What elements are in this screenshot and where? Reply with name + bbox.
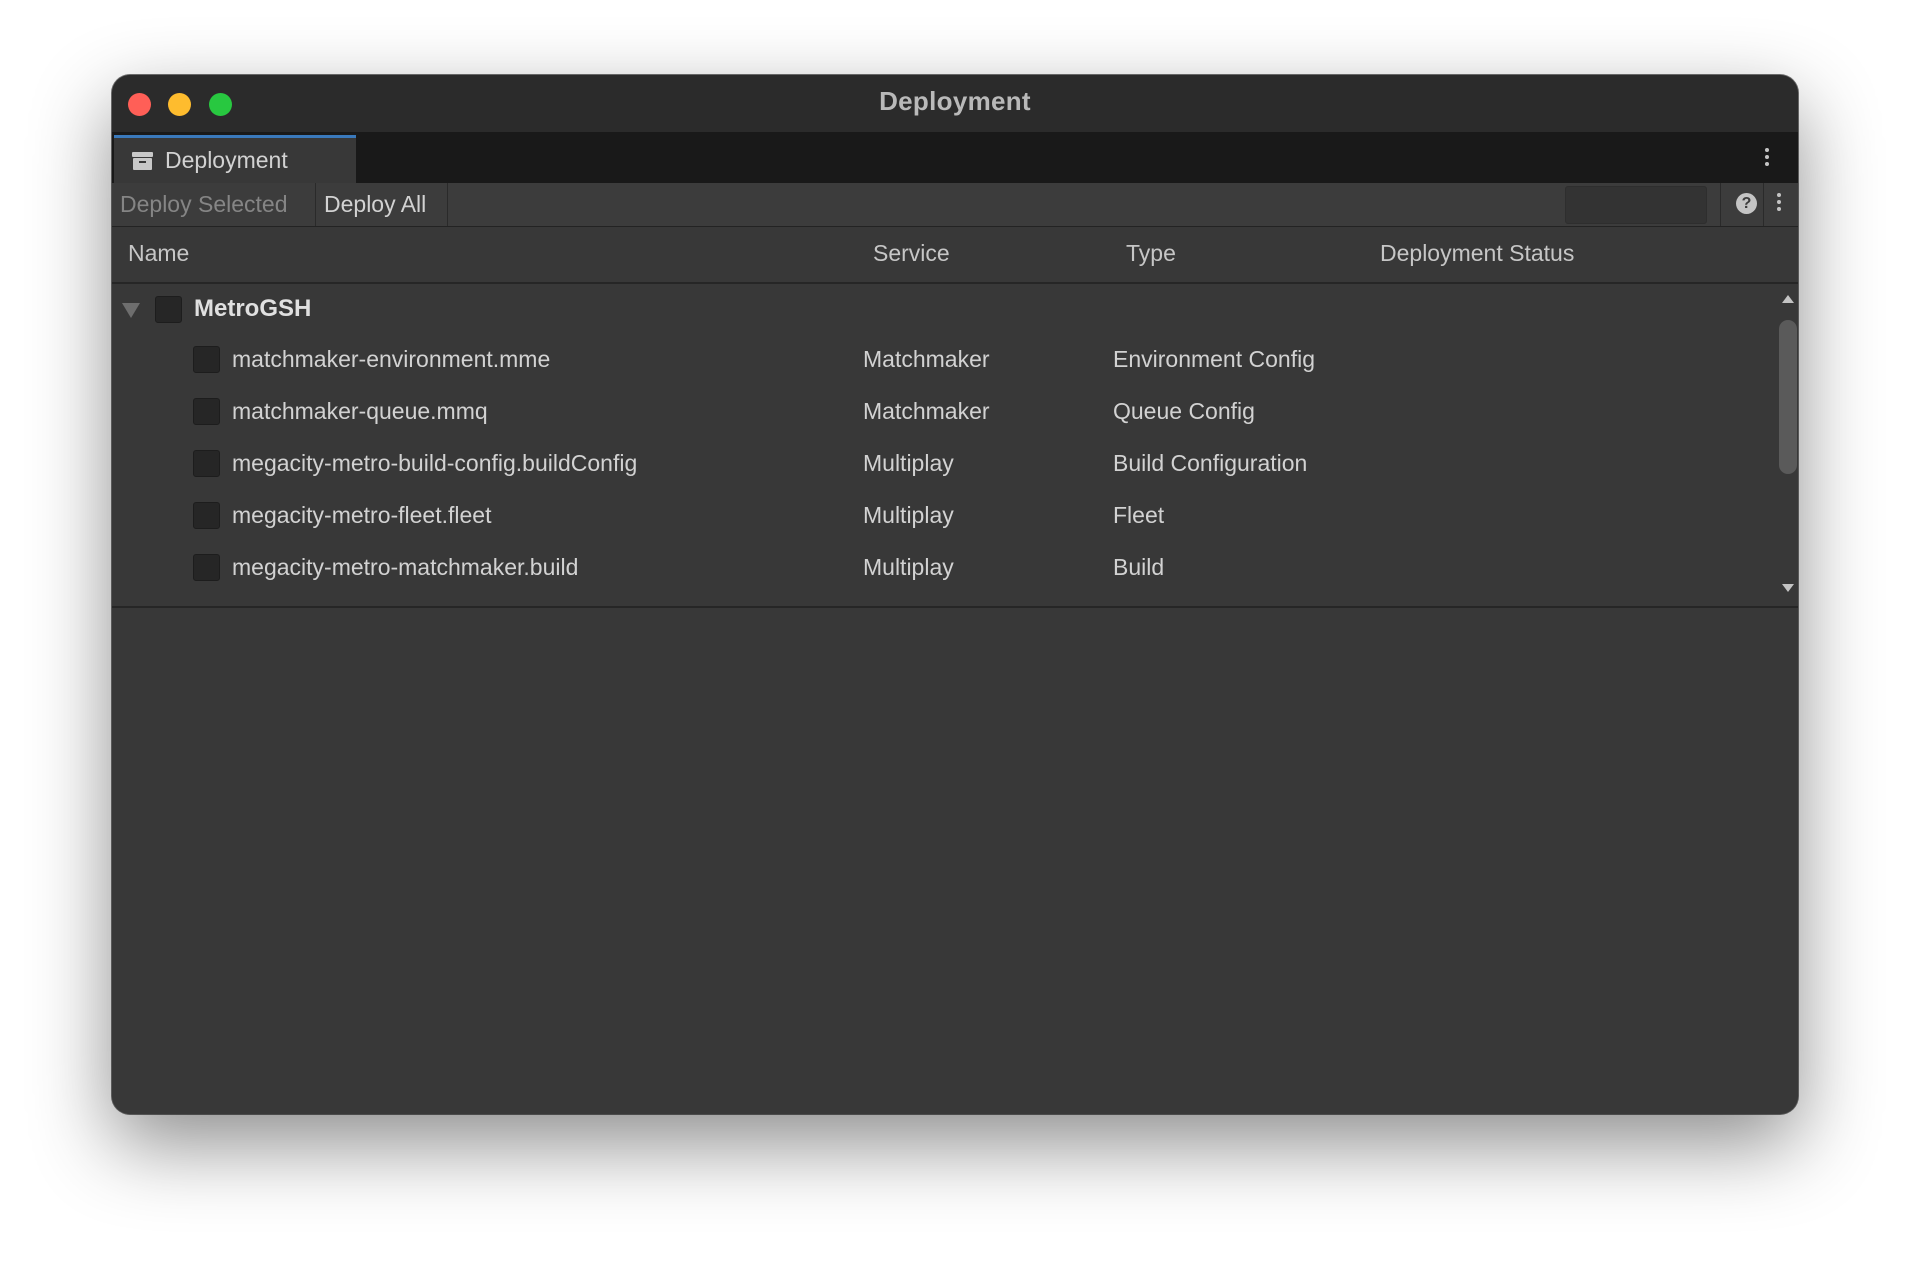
toolbar-divider xyxy=(1763,183,1764,226)
row-service: Matchmaker xyxy=(863,346,990,372)
table-row[interactable]: matchmaker-environment.mme Matchmaker En… xyxy=(112,334,1774,386)
row-type: Queue Config xyxy=(1113,398,1255,424)
search-input[interactable] xyxy=(1565,186,1707,224)
tab-more-options-icon[interactable] xyxy=(1765,148,1770,170)
column-header-type[interactable]: Type xyxy=(1126,240,1176,267)
row-name: megacity-metro-fleet.fleet xyxy=(232,502,492,528)
table-row[interactable]: matchmaker-queue.mmq Matchmaker Queue Co… xyxy=(112,386,1774,438)
toolbar-more-options-icon[interactable] xyxy=(1777,193,1782,217)
tab-bar: Deployment xyxy=(112,132,1798,183)
row-service: Matchmaker xyxy=(863,398,990,424)
table-row[interactable]: megacity-metro-build-config.buildConfig … xyxy=(112,438,1774,490)
column-header-deployment-status[interactable]: Deployment Status xyxy=(1380,240,1574,267)
scroll-down-arrow-icon[interactable] xyxy=(1782,584,1794,592)
group-checkbox[interactable] xyxy=(155,296,182,323)
column-header-name[interactable]: Name xyxy=(128,240,189,267)
window-title: Deployment xyxy=(879,86,1031,116)
row-type: Fleet xyxy=(1113,502,1165,528)
row-checkbox[interactable] xyxy=(193,450,220,477)
group-row[interactable]: MetroGSH xyxy=(112,284,1774,336)
table-header: Name Service Type Deployment Status xyxy=(112,227,1798,284)
scroll-up-arrow-icon[interactable] xyxy=(1782,295,1794,303)
toolbar: Deploy Selected Deploy All ? xyxy=(112,183,1798,227)
row-checkbox[interactable] xyxy=(193,502,220,529)
title-bar: Deployment xyxy=(112,75,1798,132)
row-service: Multiplay xyxy=(863,554,954,580)
toolbar-divider xyxy=(1720,183,1721,226)
row-service: Multiplay xyxy=(863,502,954,528)
scrollbar-thumb[interactable] xyxy=(1779,320,1797,474)
row-checkbox[interactable] xyxy=(193,346,220,373)
row-name: matchmaker-environment.mme xyxy=(232,346,551,372)
deployment-window: Deployment Deployment Deploy Selected De… xyxy=(112,75,1798,1114)
column-header-service[interactable]: Service xyxy=(873,240,950,267)
vertical-scrollbar[interactable] xyxy=(1778,284,1798,606)
row-type: Environment Config xyxy=(1113,346,1315,372)
expand-arrow-icon[interactable] xyxy=(122,303,140,318)
row-name: matchmaker-queue.mmq xyxy=(232,398,488,424)
table-row[interactable]: megacity-metro-matchmaker.build Multipla… xyxy=(112,542,1774,594)
group-label: MetroGSH xyxy=(194,295,312,322)
tab-label: Deployment xyxy=(165,147,288,173)
row-type: Build Configuration xyxy=(1113,450,1308,476)
row-name: megacity-metro-matchmaker.build xyxy=(232,554,579,580)
table-row[interactable]: megacity-metro-fleet.fleet Multiplay Fle… xyxy=(112,490,1774,542)
row-checkbox[interactable] xyxy=(193,398,220,425)
row-service: Multiplay xyxy=(863,450,954,476)
help-icon[interactable]: ? xyxy=(1736,193,1757,214)
archive-box-icon xyxy=(132,151,153,170)
deploy-all-button[interactable]: Deploy All xyxy=(316,183,448,226)
tab-deployment[interactable]: Deployment xyxy=(114,135,356,183)
row-name: megacity-metro-build-config.buildConfig xyxy=(232,450,638,476)
deployment-tree: MetroGSH matchmaker-environment.mme Matc… xyxy=(112,284,1774,606)
deploy-selected-button[interactable]: Deploy Selected xyxy=(112,183,316,226)
row-type: Build xyxy=(1113,554,1165,580)
details-panel xyxy=(112,608,1798,1114)
row-checkbox[interactable] xyxy=(193,554,220,581)
